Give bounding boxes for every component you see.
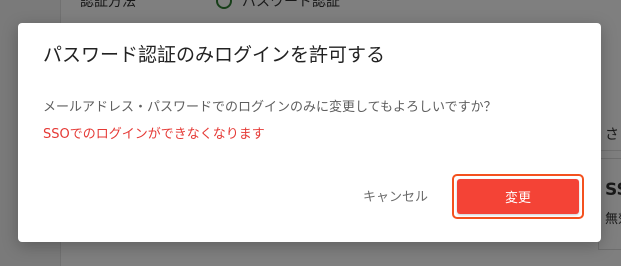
dialog-message: メールアドレス・パスワードでのログインのみに変更してもよろしいですか？ [43,100,497,115]
dialog-title: パスワード認証のみログインを許可する [43,44,386,66]
cancel-button[interactable]: キャンセル [363,186,428,205]
confirm-dialog: パスワード認証のみログインを許可する メールアドレス・パスワードでのログインのみ… [18,23,601,242]
app-page: 認証方法 パスワード認証 さ SSO 無効 パスワード認証のみログインを許可する… [0,0,621,266]
dialog-warning: SSOでのログインができなくなります [43,127,265,142]
confirm-button[interactable]: 変更 [457,179,579,214]
